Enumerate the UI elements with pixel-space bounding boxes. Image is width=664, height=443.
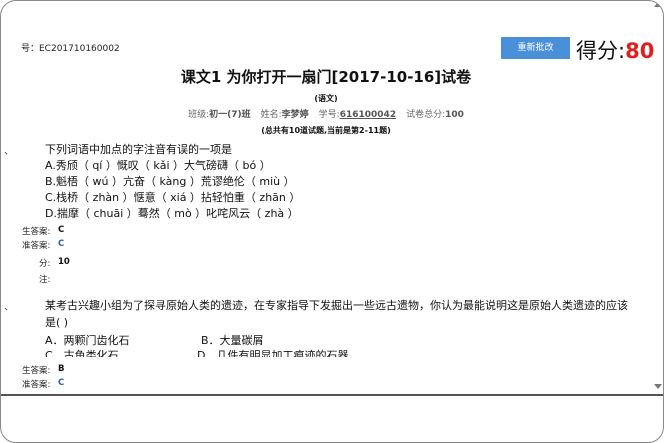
question-text-cont: 是( ) (45, 316, 69, 329)
option-b: B．大量碳屑 (201, 334, 264, 347)
note-label: 注: (39, 275, 51, 285)
student-answer: B (58, 364, 65, 374)
student-answer-label: 生答案: (22, 366, 51, 376)
scroll-up-arrow-icon[interactable] (654, 2, 662, 7)
question-score: 10 (58, 257, 70, 267)
question-text: 下列词语中加点的字注音有误的一项是 (45, 143, 232, 156)
question-bullet: 、 (4, 146, 14, 157)
vertical-scrollbar[interactable] (649, 1, 663, 394)
question-count: (总共有10道试题,当前是第2-11题) (261, 126, 391, 135)
option-b: B.魁梧（ wú ）亢奋（ kàng ）荒谬绝伦（ miù ） (45, 175, 295, 188)
scroll-down-arrow-icon[interactable] (654, 384, 662, 389)
option-d: D．几件有明显加工痕迹的石器 (197, 349, 349, 357)
subject-label: (语文) (314, 94, 338, 103)
correct-answer: C (58, 239, 65, 249)
option-c: C．古鱼类化石 (45, 349, 119, 357)
student-answer: C (58, 225, 65, 235)
divider (1, 394, 663, 396)
page-title: 课文1 为你打开一扇门[2017-10-16]试卷 (180, 68, 472, 86)
student-id-value: 616100042 (339, 110, 397, 120)
regrade-button[interactable]: 重新批改 (501, 37, 570, 59)
score-label: 分: (39, 259, 51, 269)
question-bullet: 、 (4, 302, 14, 313)
class-value: 初一(7)班 (209, 110, 251, 120)
option-a: A.秀颀（ qí ）慨叹（ kǎi ）大气磅礴（ bó ） (45, 159, 271, 172)
correct-answer-label: 准答案: (22, 380, 51, 390)
student-info: 班级:初一(7)班 姓名:李梦婷 学号:616100042 试卷总分:100 (1, 107, 651, 120)
total-score-value: 100 (445, 110, 464, 120)
name-value: 李梦婷 (281, 110, 309, 120)
window-frame: 号：EC201710160002 重新批改 得分:80 课文1 为你打开一扇门[… (0, 0, 664, 443)
total-score-label: 试卷总分: (406, 110, 446, 120)
paper-number: 号：EC201710160002 (21, 44, 120, 54)
correct-answer-label: 准答案: (22, 241, 51, 251)
option-a: A．两颗门齿化石 (45, 334, 130, 347)
score-display: 得分:80 (576, 35, 654, 65)
correct-answer: C (58, 378, 65, 388)
class-label: 班级: (188, 110, 210, 120)
score-label: 得分: (576, 39, 626, 63)
exam-paper: 号：EC201710160002 重新批改 得分:80 课文1 为你打开一扇门[… (1, 1, 663, 394)
student-answer-label: 生答案: (22, 227, 51, 237)
option-c: C.栈桥（ zhàn ）惬意（ xiá ）拈轻怕重（ zhān ） (45, 191, 301, 204)
name-label: 姓名: (260, 110, 282, 120)
question-text: 某考古兴趣小组为了探寻原始人类的遗迹，在专家指导下发掘出一些远古遗物，你认为最能… (45, 299, 628, 312)
student-id-label: 学号: (318, 110, 340, 120)
option-d: D.揣摩（ chuāi ）蓦然（ mò ）叱咤风云（ zhà ） (45, 207, 299, 220)
